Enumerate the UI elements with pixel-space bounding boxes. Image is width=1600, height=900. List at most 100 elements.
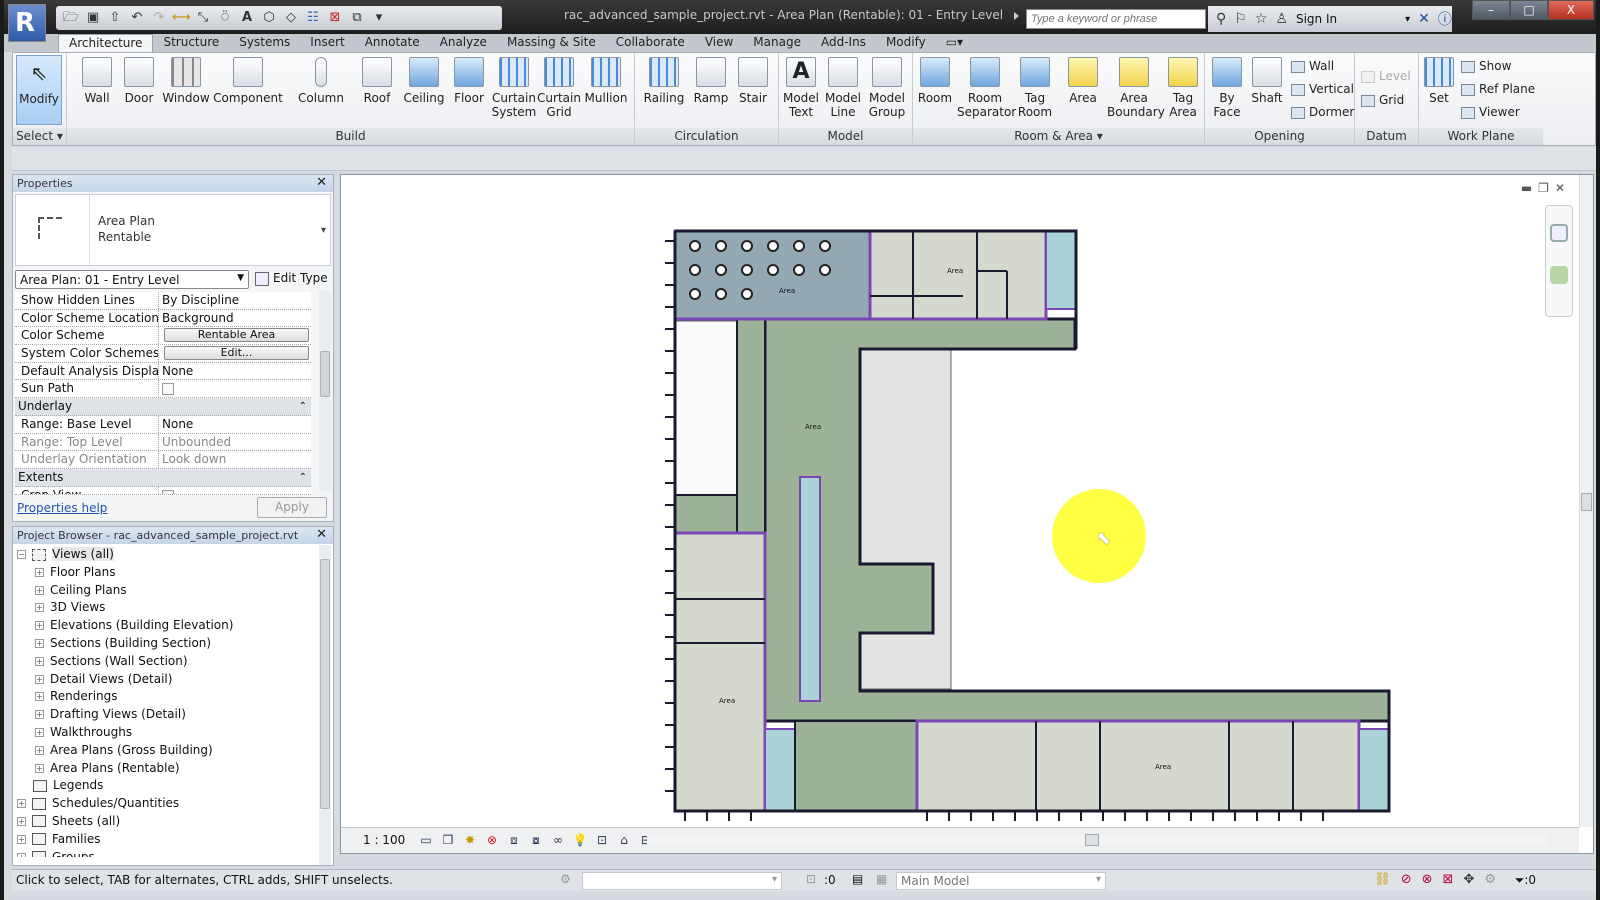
railing-button[interactable]: Railing <box>641 55 687 105</box>
close-browser-icon[interactable]: ✕ <box>316 527 327 542</box>
temporary-hide-icon[interactable]: ∞ <box>549 832 567 848</box>
office-area-north[interactable] <box>868 229 1048 321</box>
stair-area-north[interactable] <box>1045 230 1077 310</box>
expand-icon[interactable]: + <box>35 638 44 648</box>
level-button[interactable]: Level <box>1361 69 1411 83</box>
modify-button[interactable]: ⇖ Modify <box>16 55 62 125</box>
browser-scrollbar[interactable] <box>319 545 331 865</box>
tree-node[interactable]: + Floor Plans <box>13 564 333 582</box>
roof-button[interactable]: Roof <box>357 55 397 105</box>
ref-plane-button[interactable]: Ref Plane <box>1461 82 1535 96</box>
highlight-icon[interactable]: ⌂ <box>615 832 633 848</box>
sun-path-checkbox[interactable] <box>162 383 174 396</box>
undo-icon[interactable]: ↶ <box>128 10 146 26</box>
expand-icon[interactable]: + <box>35 603 44 613</box>
system-color-schemes-edit-button[interactable]: Edit... <box>164 346 309 361</box>
area-tag[interactable]: Area <box>947 267 963 275</box>
properties-help-link[interactable]: Properties help <box>17 501 107 515</box>
visual-style-icon[interactable]: ❒ <box>439 832 457 848</box>
wall-button[interactable]: Wall <box>77 55 117 105</box>
switch-windows-icon[interactable]: ⧉ <box>348 10 366 26</box>
expand-icon[interactable]: + <box>35 710 44 720</box>
select-pinned-icon[interactable]: ⊗ <box>1422 872 1433 887</box>
maximize-button[interactable]: □ <box>1510 0 1548 20</box>
tree-node-sheets[interactable]: + Sheets (all) <box>13 813 333 831</box>
vertical-opening-button[interactable]: Vertical <box>1291 82 1354 96</box>
help-icon[interactable]: ⓘ <box>1438 9 1452 29</box>
tree-node[interactable]: + Ceiling Plans <box>13 582 333 600</box>
stair-area-sw[interactable] <box>764 728 796 812</box>
room-separator-button[interactable]: Room Separator <box>957 55 1016 119</box>
floor-button[interactable]: Floor <box>449 55 489 105</box>
measure-icon[interactable]: ⟷ <box>172 10 191 26</box>
select-links-icon[interactable]: ⛓ <box>1374 872 1391 887</box>
dimension-icon[interactable]: ⤡ <box>194 10 212 26</box>
tab-manage[interactable]: Manage <box>743 34 811 52</box>
tab-view[interactable]: View <box>695 34 743 52</box>
ceiling-button[interactable]: Ceiling <box>401 55 447 105</box>
area-tag[interactable]: Area <box>719 697 735 705</box>
active-workset-select[interactable] <box>582 872 782 890</box>
close-button[interactable]: X <box>1548 0 1594 20</box>
tab-structure[interactable]: Structure <box>153 34 229 52</box>
select-by-face-icon[interactable]: ⊠ <box>1443 872 1454 887</box>
worksets-icon[interactable]: ⚙ <box>560 872 571 886</box>
tree-node-families[interactable]: + Families <box>13 831 333 849</box>
editable-only-icon[interactable]: ⊡ <box>806 872 816 886</box>
curtain-system-button[interactable]: Curtain System <box>491 55 537 119</box>
sign-in-dropdown-icon[interactable]: ▾ <box>1405 14 1410 25</box>
shadows-icon[interactable]: ⊗ <box>483 832 501 848</box>
model-group-button[interactable]: Model Group <box>865 55 909 119</box>
area-tag[interactable]: Area <box>779 287 795 295</box>
tree-node[interactable]: + Area Plans (Gross Building) <box>13 742 333 760</box>
stair-area-se[interactable] <box>1358 728 1390 812</box>
view-vertical-scrollbar[interactable] <box>1579 175 1593 827</box>
tree-node[interactable]: +3D Views <box>13 599 333 617</box>
design-options-icon[interactable]: ▤ <box>852 872 863 886</box>
tree-node[interactable]: + Detail Views (Detail) <box>13 671 333 689</box>
area-tag[interactable]: Area <box>1155 763 1171 771</box>
set-work-plane-button[interactable]: Set <box>1421 55 1457 105</box>
sun-path-icon[interactable]: ✸ <box>461 832 479 848</box>
tree-node-schedules[interactable]: + Schedules/Quantities <box>13 795 333 813</box>
expand-icon[interactable]: + <box>35 745 44 755</box>
room-button[interactable]: Room <box>915 55 955 105</box>
area-plan-drawing[interactable]: Area Area Area Area Area <box>341 175 1579 827</box>
search-expand-icon[interactable] <box>1014 12 1019 20</box>
minimize-button[interactable]: – <box>1472 0 1510 20</box>
tree-node[interactable]: + Drafting Views (Detail) <box>13 706 333 724</box>
tag-room-button[interactable]: Tag Room <box>1015 55 1055 119</box>
tree-node[interactable]: + Walkthroughs <box>13 724 333 742</box>
sync-icon[interactable]: ⇧ <box>106 10 124 26</box>
model-line-button[interactable]: Model Line <box>823 55 863 119</box>
tab-collaborate[interactable]: Collaborate <box>606 34 695 52</box>
text-icon[interactable]: A <box>238 10 256 26</box>
stair-button[interactable]: Stair <box>733 55 773 105</box>
by-face-button[interactable]: By Face <box>1207 55 1247 119</box>
redo-icon[interactable]: ↷ <box>150 10 168 26</box>
expand-icon[interactable]: + <box>35 727 44 737</box>
background-process-icon[interactable]: ⚙ <box>1484 872 1496 887</box>
expand-icon[interactable]: + <box>35 656 44 666</box>
save-icon[interactable]: ▣ <box>84 10 102 26</box>
mullion-button[interactable]: Mullion <box>583 55 629 105</box>
expand-icon[interactable]: + <box>17 834 26 844</box>
design-option-select[interactable]: Main Model <box>896 872 1106 890</box>
drag-elements-icon[interactable]: ✥ <box>1463 872 1474 887</box>
properties-scrollbar[interactable] <box>319 291 331 491</box>
type-selector[interactable]: Area Plan Rentable ▾ <box>15 194 331 266</box>
crop-view-checkbox[interactable] <box>162 489 174 494</box>
expand-icon[interactable]: + <box>35 674 44 684</box>
expand-icon[interactable]: + <box>17 816 26 826</box>
exchange-icon[interactable]: ✕ <box>1418 11 1430 27</box>
analysis-icon[interactable]: ⊡ <box>593 832 611 848</box>
select-dropdown[interactable]: Select ▾ <box>13 128 66 145</box>
tab-architecture[interactable]: Architecture <box>58 34 154 52</box>
tab-add-ins[interactable]: Add-Ins <box>811 34 876 52</box>
edit-type-button[interactable]: Edit Type <box>255 271 328 286</box>
thin-lines-icon[interactable]: ☷ <box>304 10 322 26</box>
application-menu-button[interactable]: R <box>8 4 46 42</box>
show-crop-icon[interactable]: ⧇ <box>527 832 545 848</box>
open-icon[interactable]: 🗁 <box>62 10 80 26</box>
crop-view-icon[interactable]: ⧈ <box>505 832 523 848</box>
